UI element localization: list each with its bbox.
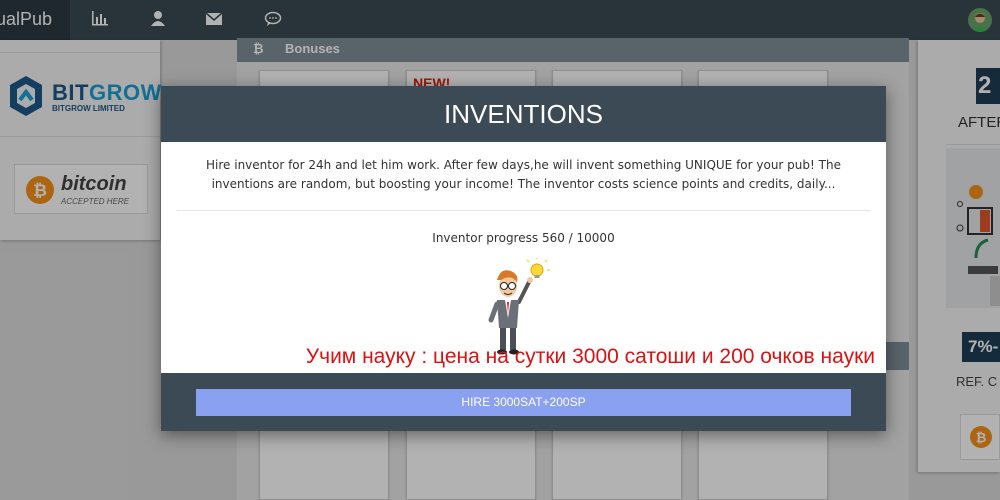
inventions-modal: INVENTIONS Hire inventor for 24h and let… <box>161 86 886 431</box>
modal-footer: HIRE 3000SAT+200SP <box>161 373 886 431</box>
modal-description: Hire inventor for 24h and let him work. … <box>206 158 841 191</box>
inventor-illustration-icon <box>488 258 550 355</box>
inventor-progress-label: Inventor progress <box>432 231 539 245</box>
lightbulb-icon <box>526 258 550 278</box>
hire-inventor-button[interactable]: HIRE 3000SAT+200SP <box>196 389 851 416</box>
modal-title: INVENTIONS <box>161 86 886 142</box>
inventor-progress: Inventor progress 560 / 10000 <box>161 231 886 245</box>
inventor-progress-value: 560 / 10000 <box>541 231 615 245</box>
price-note: Учим науку : цена на сутки 3000 сатоши и… <box>305 345 875 368</box>
divider <box>177 210 870 211</box>
